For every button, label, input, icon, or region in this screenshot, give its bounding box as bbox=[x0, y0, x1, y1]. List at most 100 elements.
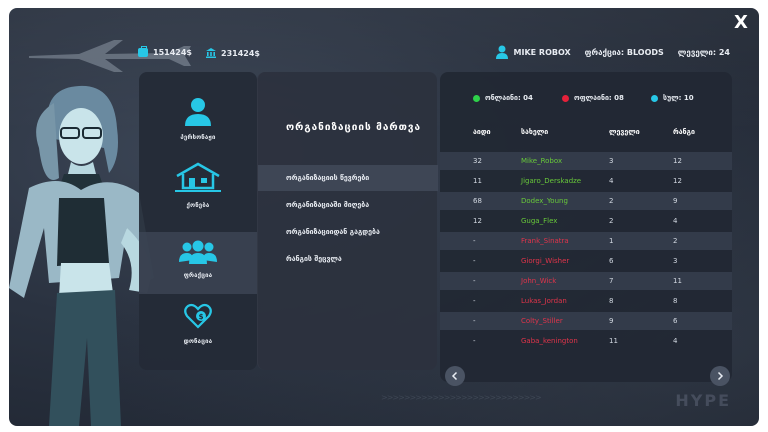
offline-dot-icon bbox=[562, 94, 569, 102]
next-page-button[interactable] bbox=[710, 366, 730, 386]
table-row[interactable]: - Lukas_Jordan 8 8 bbox=[440, 292, 732, 310]
nav-label-character: პერსონაჟი bbox=[180, 134, 216, 141]
nav-item-donation[interactable]: $ დონაცია bbox=[139, 300, 257, 362]
menu-item-change-rank[interactable]: რანგის შეცვლა bbox=[258, 246, 438, 272]
prev-page-button[interactable] bbox=[445, 366, 465, 386]
table-row[interactable]: - Gaba_kenington 11 4 bbox=[440, 332, 732, 350]
cell-id: 11 bbox=[473, 177, 482, 185]
nav-item-character[interactable]: პერსონაჟი bbox=[139, 90, 257, 152]
nav-label-faction: ფრაქცია bbox=[183, 272, 213, 279]
cell-level: 4 bbox=[609, 177, 614, 185]
table-row[interactable]: - John_Wick 7 11 bbox=[440, 272, 732, 290]
faction-window: X 151424$ 231424$ MIKE ROBOX ფრაქცია: BL… bbox=[9, 8, 759, 426]
menu-item-invite[interactable]: ორგანიზაციაში მიღება bbox=[258, 192, 438, 218]
chevron-left-icon bbox=[451, 371, 458, 381]
cell-name: Lukas_Jordan bbox=[521, 297, 567, 305]
player-faction: ფრაქცია: BLOODS bbox=[584, 47, 664, 57]
cell-name: Dodex_Young bbox=[521, 197, 568, 205]
cell-name: Mike_Robox bbox=[521, 157, 563, 165]
cell-level: 6 bbox=[609, 257, 614, 265]
cell-rank: 9 bbox=[673, 197, 678, 205]
cell-id: 32 bbox=[473, 157, 482, 165]
cell-level: 1 bbox=[609, 237, 614, 245]
group-icon bbox=[179, 240, 217, 264]
header-level: ლეველი bbox=[609, 128, 640, 136]
offline-count: ოფლაინი: 08 bbox=[574, 94, 624, 102]
cell-rank: 8 bbox=[673, 297, 678, 305]
cell-id: - bbox=[473, 337, 476, 345]
cash-display: 151424$ bbox=[138, 46, 192, 57]
top-status-bar: 151424$ 231424$ MIKE ROBOX ფრაქცია: BLOO… bbox=[9, 44, 759, 64]
cell-name: Gaba_kenington bbox=[521, 337, 578, 345]
cell-name: Jigaro_Derskadze bbox=[521, 177, 582, 185]
chevron-right-icon bbox=[717, 371, 724, 381]
online-dot-icon bbox=[473, 94, 480, 102]
cell-id: 68 bbox=[473, 197, 482, 205]
total-count: სულ: 10 bbox=[663, 94, 694, 102]
cell-rank: 12 bbox=[673, 157, 682, 165]
table-row[interactable]: - Frank_Sinatra 1 2 bbox=[440, 232, 732, 250]
cell-name: Frank_Sinatra bbox=[521, 237, 569, 245]
cell-level: 3 bbox=[609, 157, 614, 165]
nav-item-property[interactable]: ქონება bbox=[139, 160, 257, 222]
cell-name: Giorgi_Wisher bbox=[521, 257, 570, 265]
legend-offline: ოფლაინი: 08 bbox=[562, 94, 624, 102]
total-dot-icon bbox=[651, 94, 658, 102]
table-row[interactable]: - Giorgi_Wisher 6 3 bbox=[440, 252, 732, 270]
bank-icon bbox=[206, 48, 216, 58]
header-name: სახელი bbox=[521, 128, 549, 136]
nav-label-donation: დონაცია bbox=[183, 338, 213, 345]
bank-amount: 231424$ bbox=[221, 48, 260, 58]
cell-level: 11 bbox=[609, 337, 618, 345]
cell-rank: 6 bbox=[673, 317, 678, 325]
cell-level: 9 bbox=[609, 317, 614, 325]
decorative-chevrons: >>>>>>>>>>>>>>>>>>>>>>>>>>>> bbox=[381, 393, 542, 402]
menu-item-members[interactable]: ორგანიზაციის წევრები bbox=[258, 165, 438, 191]
player-level: ლეველი: 24 bbox=[677, 47, 730, 57]
cell-name: Colty_Stiller bbox=[521, 317, 563, 325]
members-table-panel: ონლაინი: 04 ოფლაინი: 08 სულ: 10 აიდი სახ… bbox=[440, 72, 732, 386]
bank-display: 231424$ bbox=[206, 48, 260, 58]
cell-id: 12 bbox=[473, 217, 482, 225]
nav-label-property: ქონება bbox=[186, 202, 210, 209]
table-row[interactable]: 32 Mike_Robox 3 12 bbox=[440, 152, 732, 170]
cell-id: - bbox=[473, 297, 476, 305]
table-row[interactable]: 68 Dodex_Young 2 9 bbox=[440, 192, 732, 210]
close-button[interactable]: X bbox=[732, 13, 750, 33]
cell-rank: 4 bbox=[673, 217, 678, 225]
organization-menu: ორგანიზაციის მართვა ორგანიზაციის წევრები… bbox=[257, 72, 438, 370]
table-row[interactable]: 12 Guga_Flex 2 4 bbox=[440, 212, 732, 230]
menu-title: ორგანიზაციის მართვა bbox=[286, 122, 422, 133]
legend-online: ონლაინი: 04 bbox=[473, 94, 533, 102]
svg-text:$: $ bbox=[199, 313, 204, 321]
header-id: აიდი bbox=[473, 128, 491, 136]
wallet-icon bbox=[138, 46, 148, 57]
cash-amount: 151424$ bbox=[153, 48, 192, 57]
player-info: MIKE ROBOX ფრაქცია: BLOODS ლეველი: 24 bbox=[495, 45, 730, 59]
cell-rank: 3 bbox=[673, 257, 678, 265]
table-row[interactable]: - Colty_Stiller 9 6 bbox=[440, 312, 732, 330]
online-count: ონლაინი: 04 bbox=[485, 94, 533, 102]
cell-id: - bbox=[473, 277, 476, 285]
menu-item-kick[interactable]: ორგანიზაციიდან გაგდება bbox=[258, 219, 438, 245]
table-row[interactable]: 11 Jigaro_Derskadze 4 12 bbox=[440, 172, 732, 190]
nav-item-faction[interactable]: ფრაქცია bbox=[139, 232, 257, 294]
cell-rank: 2 bbox=[673, 237, 678, 245]
player-avatar-icon bbox=[495, 45, 508, 59]
cell-name: John_Wick bbox=[521, 277, 557, 285]
cell-level: 8 bbox=[609, 297, 614, 305]
cell-id: - bbox=[473, 317, 476, 325]
cell-id: - bbox=[473, 257, 476, 265]
player-name: MIKE ROBOX bbox=[513, 47, 571, 57]
donation-heart-icon: $ bbox=[184, 303, 212, 329]
legend-total: სულ: 10 bbox=[651, 94, 694, 102]
cell-rank: 12 bbox=[673, 177, 682, 185]
cell-name: Guga_Flex bbox=[521, 217, 558, 225]
person-icon bbox=[185, 98, 211, 126]
cell-rank: 11 bbox=[673, 277, 682, 285]
houses-icon bbox=[175, 162, 221, 192]
cell-id: - bbox=[473, 237, 476, 245]
cell-rank: 4 bbox=[673, 337, 678, 345]
cell-level: 2 bbox=[609, 197, 614, 205]
header-rank: რანგი bbox=[673, 128, 695, 136]
